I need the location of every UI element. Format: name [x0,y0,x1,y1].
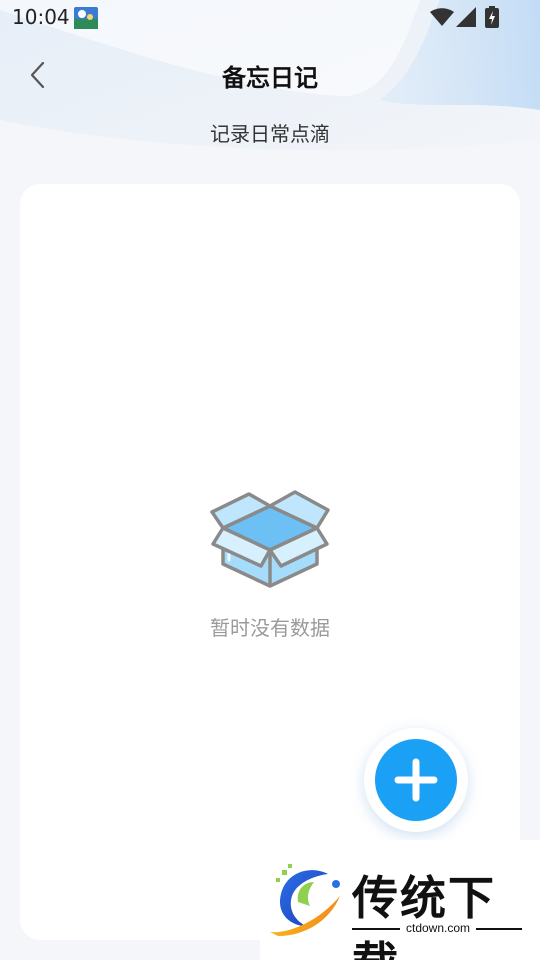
app-notification-icon [74,7,98,29]
watermark-divider-right [476,928,522,930]
empty-state-text: 暂时没有数据 [210,616,330,640]
battery-charging-icon [485,6,499,28]
add-button[interactable] [364,728,468,832]
watermark-logo-icon [270,864,340,936]
watermark: 传统下载 ctdown.com [260,840,540,960]
page-subtitle: 记录日常点滴 [210,122,330,146]
watermark-url: ctdown.com [405,921,471,935]
signal-icon [456,7,476,27]
add-button-circle[interactable] [375,739,457,821]
watermark-divider-left [352,928,400,930]
wifi-icon [430,8,454,26]
watermark-title: 传统下载 [352,871,496,960]
plus-icon [394,758,438,802]
open-box-icon [210,490,330,588]
status-bar: 10:04 [0,0,540,36]
status-time: 10:04 [12,5,70,29]
content-card: 暂时没有数据 [20,184,520,940]
page-title: 备忘日记 [222,64,318,92]
